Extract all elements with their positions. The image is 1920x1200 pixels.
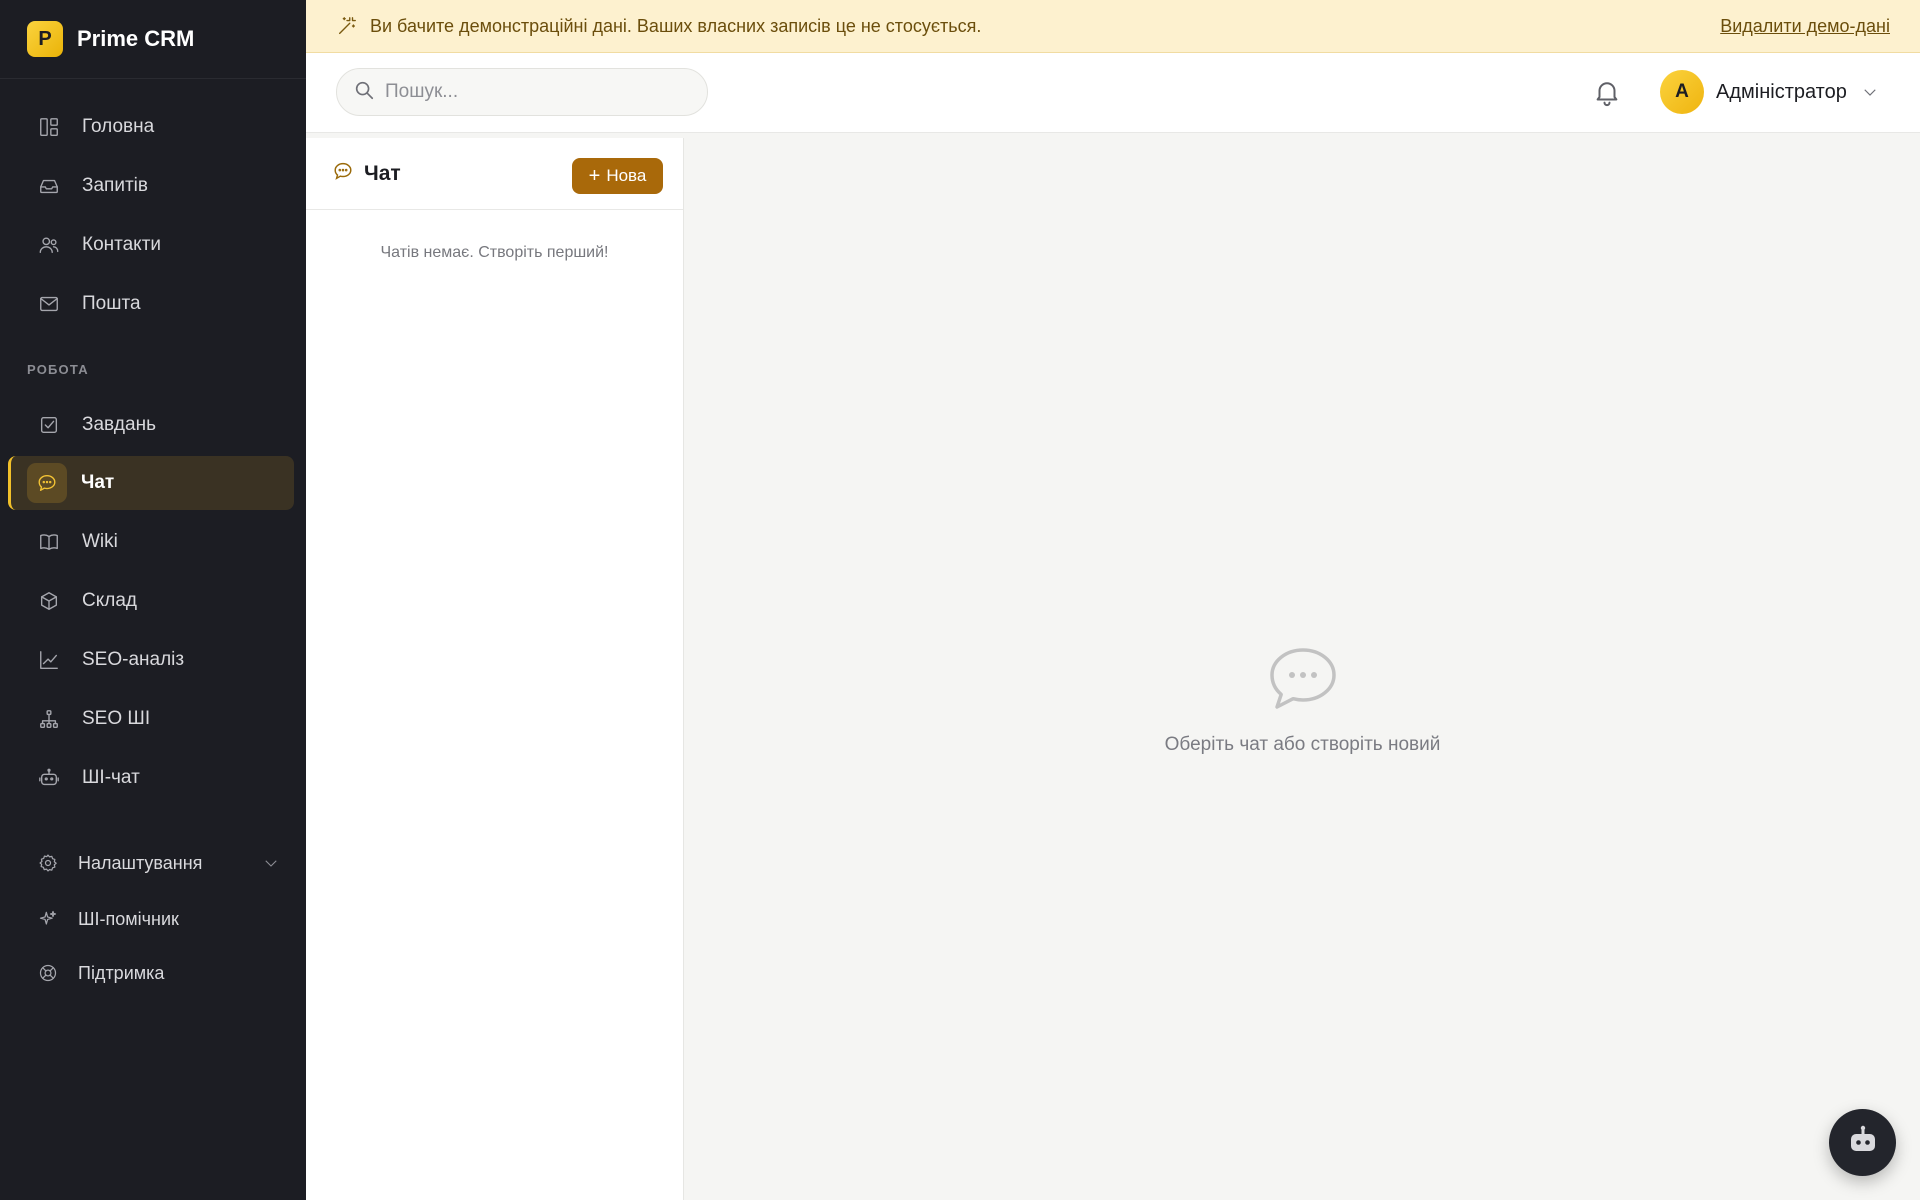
bell-icon[interactable] xyxy=(1592,77,1624,109)
sidebar-item-support[interactable]: Підтримка xyxy=(8,950,294,996)
chat-list-title: Чат xyxy=(364,161,401,185)
sidebar-item-label: Чат xyxy=(81,472,115,493)
sidebar-item-tasks[interactable]: Завдань xyxy=(8,398,294,452)
plus-icon: + xyxy=(588,165,601,187)
chat-icon xyxy=(332,160,354,187)
chart-icon xyxy=(38,649,60,671)
chat-placeholder-text: Оберіть чат або створіть новий xyxy=(1164,734,1441,755)
sidebar-item-label: Склад xyxy=(82,590,137,611)
users-icon xyxy=(38,234,60,256)
chat-bubble-icon xyxy=(1268,646,1338,712)
chat-icon xyxy=(27,463,67,503)
sidebar: P Prime CRM Головна Запитів Контакти Пош… xyxy=(0,0,306,1200)
sidebar-item-label: Wiki xyxy=(82,531,118,552)
sidebar-item-label: Завдань xyxy=(82,414,156,435)
brand[interactable]: P Prime CRM xyxy=(0,0,306,79)
book-icon xyxy=(38,531,60,553)
sidebar-item-seo-analysis[interactable]: SEO-аналіз xyxy=(8,633,294,687)
dashboard-icon xyxy=(38,116,60,138)
sidebar-item-seo-ai[interactable]: SEO ШІ xyxy=(8,692,294,746)
checkbox-icon xyxy=(38,414,60,436)
demo-banner-text: Ви бачите демонстраційні дані. Ваших вла… xyxy=(370,15,982,36)
sidebar-item-contacts[interactable]: Контакти xyxy=(8,218,294,272)
robot-icon xyxy=(1846,1123,1880,1162)
remove-demo-data-link[interactable]: Видалити демо-дані xyxy=(1720,16,1890,37)
brand-logo: P xyxy=(27,21,63,57)
sidebar-item-requests[interactable]: Запитів xyxy=(8,159,294,213)
search-icon xyxy=(353,79,375,106)
user-menu[interactable]: А Адміністратор xyxy=(1660,69,1879,115)
sidebar-item-label: Контакти xyxy=(82,234,162,255)
magic-wand-icon xyxy=(336,15,358,37)
sidebar-item-ai-chat[interactable]: ШІ-чат xyxy=(8,751,294,805)
sidebar-item-settings[interactable]: Налаштування xyxy=(8,840,294,886)
chevron-down-icon xyxy=(1861,83,1879,101)
new-chat-button[interactable]: + Нова xyxy=(572,158,663,194)
search-box[interactable] xyxy=(336,68,708,116)
user-name: Адміністратор xyxy=(1716,80,1847,103)
sidebar-item-warehouse[interactable]: Склад xyxy=(8,574,294,628)
avatar: А xyxy=(1660,70,1704,114)
ai-bot-button[interactable] xyxy=(1829,1109,1896,1176)
sidebar-item-chat[interactable]: Чат xyxy=(8,456,294,510)
sparkle-icon xyxy=(38,909,58,929)
gear-icon xyxy=(38,853,58,873)
sidebar-item-wiki[interactable]: Wiki xyxy=(8,515,294,569)
topbar: А Адміністратор xyxy=(306,53,1920,133)
network-icon xyxy=(38,708,60,730)
sidebar-item-label: Налаштування xyxy=(78,852,203,873)
chat-list-empty-text: Чатів немає. Створіть перший! xyxy=(380,244,609,261)
sidebar-item-home[interactable]: Головна xyxy=(8,100,294,154)
sidebar-item-label: SEO ШІ xyxy=(82,708,151,729)
chat-list-panel: Чат + Нова Чатів немає. Створіть перший! xyxy=(306,138,684,1200)
brand-name: Prime CRM xyxy=(77,26,195,51)
sidebar-item-label: Пошта xyxy=(82,293,141,314)
section-label-work: РОБОТА xyxy=(27,362,89,377)
sidebar-item-label: ШІ-помічник xyxy=(78,908,179,929)
sidebar-item-mail[interactable]: Пошта xyxy=(8,277,294,331)
chevron-down-icon[interactable] xyxy=(262,854,280,872)
sidebar-item-label: Підтримка xyxy=(78,962,165,983)
chat-placeholder: Оберіть чат або створіть новий xyxy=(685,646,1920,756)
sidebar-item-label: ШІ-чат xyxy=(82,767,140,788)
lifebuoy-icon xyxy=(38,963,58,983)
sidebar-item-label: Головна xyxy=(82,116,155,137)
new-chat-label: Нова xyxy=(606,166,647,185)
sidebar-item-ai-assistant[interactable]: ШІ-помічник xyxy=(8,896,294,942)
search-input[interactable] xyxy=(385,81,685,103)
chat-list-header: Чат + Нова xyxy=(306,138,683,210)
mail-icon xyxy=(38,293,60,315)
robot-icon xyxy=(38,767,60,789)
chat-main-area: Оберіть чат або створіть новий xyxy=(685,138,1920,1200)
sidebar-item-label: Запитів xyxy=(82,175,148,196)
sidebar-item-label: SEO-аналіз xyxy=(82,649,185,670)
box-icon xyxy=(38,590,60,612)
demo-banner: Ви бачите демонстраційні дані. Ваших вла… xyxy=(306,0,1920,53)
inbox-icon xyxy=(38,175,60,197)
